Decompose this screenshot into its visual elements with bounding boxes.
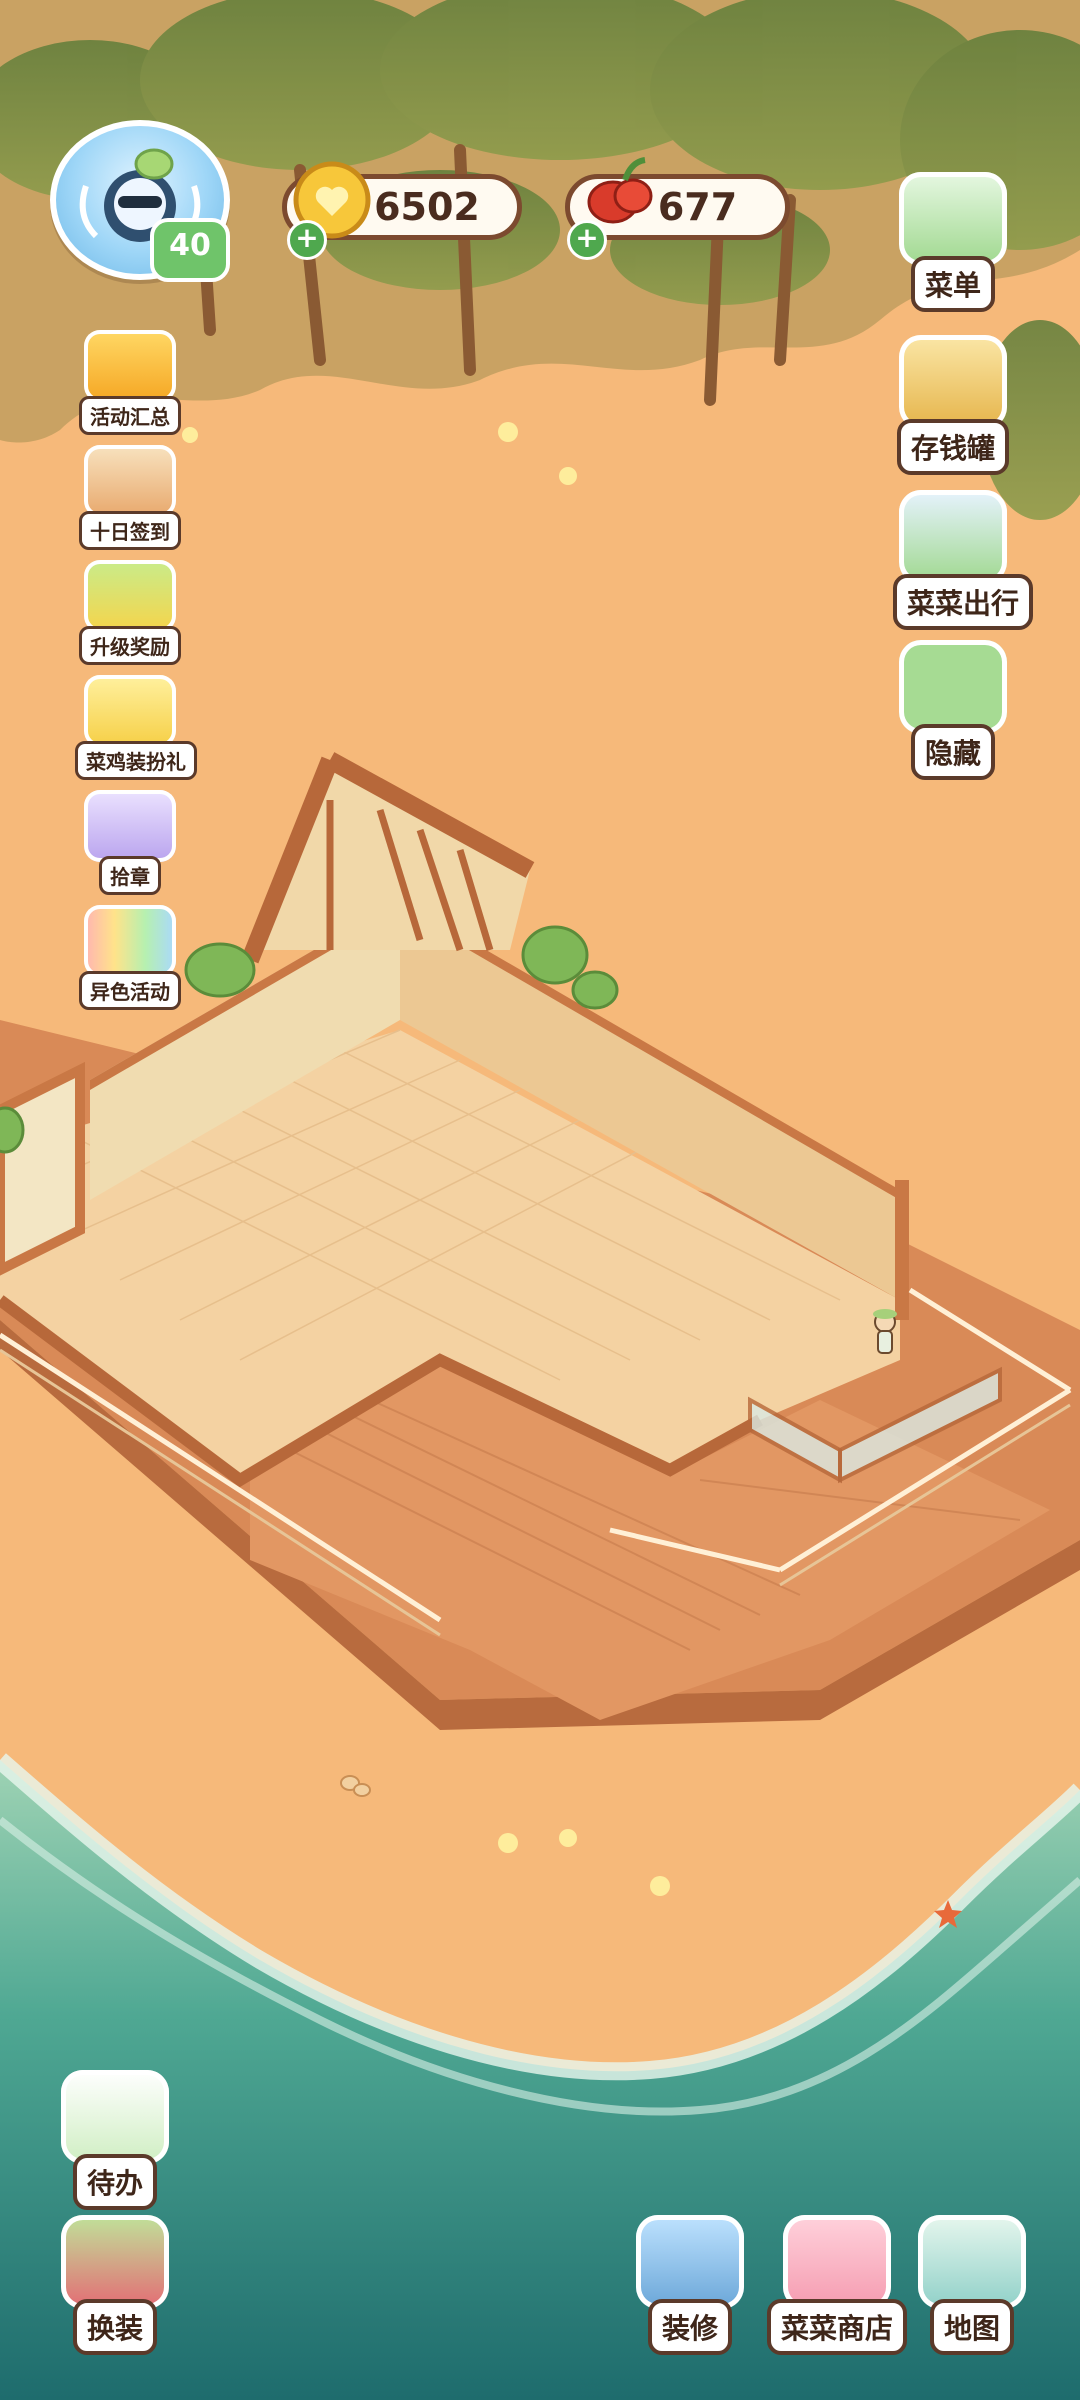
hide-ui-label: 隐藏: [910, 724, 995, 780]
upgrade-reward-icon: [84, 560, 176, 632]
piggy-bank-icon: [899, 335, 1007, 429]
shop-icon: [783, 2215, 891, 2309]
decorate-icon: [636, 2215, 744, 2309]
ten-day-checkin-label: 十日签到: [79, 511, 181, 550]
player-level-badge: 40: [150, 218, 230, 282]
ten-day-checkin-button[interactable]: 十日签到: [75, 445, 185, 550]
decorate-button[interactable]: 装修: [630, 2215, 750, 2355]
shop-label: 菜菜商店: [767, 2299, 908, 2355]
travel-label: 菜菜出行: [893, 574, 1034, 630]
menu-button[interactable]: 菜单: [893, 172, 1013, 312]
menu-list-icon: [899, 172, 1007, 266]
rainbow-event-button[interactable]: 异色活动: [75, 905, 185, 1010]
pepper-amount: 677: [657, 185, 738, 229]
map-icon: [918, 2215, 1026, 2309]
event-summary-button[interactable]: 活动汇总: [75, 330, 185, 435]
outfit-change-icon: [61, 2215, 169, 2309]
rainbow-event-label: 异色活动: [79, 971, 181, 1010]
upgrade-reward-button[interactable]: 升级奖励: [75, 560, 185, 665]
rainbow-event-icon: [84, 905, 176, 977]
player-avatar[interactable]: 40: [50, 120, 230, 282]
piggy-bank-button[interactable]: 存钱罐: [893, 335, 1013, 475]
chick-outfit-label: 菜鸡装扮礼: [75, 741, 197, 780]
stamp-pickup-icon: [84, 790, 176, 862]
ten-day-checkin-icon: [84, 445, 176, 517]
shop-button[interactable]: 菜菜商店: [767, 2215, 908, 2355]
chick-outfit-icon: [84, 675, 176, 747]
event-summary-label: 活动汇总: [79, 396, 181, 435]
piggy-bank-label: 存钱罐: [896, 419, 1009, 475]
outfit-change-label: 换装: [72, 2299, 157, 2355]
stamp-pickup-button[interactable]: 拾章: [75, 790, 185, 895]
menu-label: 菜单: [910, 256, 995, 312]
upgrade-reward-label: 升级奖励: [79, 626, 181, 665]
decorate-label: 装修: [647, 2299, 732, 2355]
add-peppers-button[interactable]: +: [567, 220, 607, 260]
coin-amount: 6502: [374, 185, 480, 229]
todo-label: 待办: [72, 2154, 157, 2210]
map-button[interactable]: 地图: [912, 2215, 1032, 2355]
activity-summary-icon: [84, 330, 176, 402]
todo-icon: [61, 2070, 169, 2164]
stamp-pickup-label: 拾章: [99, 856, 161, 895]
travel-ticket-icon: [899, 490, 1007, 584]
travel-button[interactable]: 菜菜出行: [893, 490, 1034, 630]
hide-ui-button[interactable]: 隐藏: [893, 640, 1013, 780]
hide-ui-icon: [899, 640, 1007, 734]
chick-outfit-button[interactable]: 菜鸡装扮礼: [75, 675, 197, 780]
outfit-change-button[interactable]: 换装: [55, 2215, 175, 2355]
add-coins-button[interactable]: +: [287, 220, 327, 260]
todo-button[interactable]: 待办: [55, 2070, 175, 2210]
map-label: 地图: [929, 2299, 1014, 2355]
